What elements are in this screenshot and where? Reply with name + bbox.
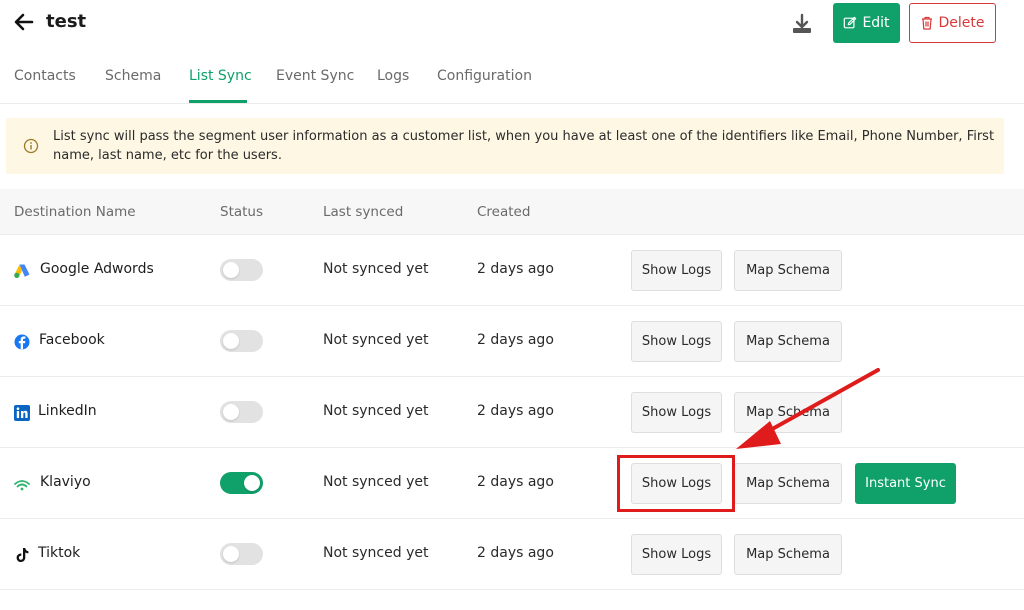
table-row: LinkedIn Not synced yet 2 days ago Show … xyxy=(0,377,1024,448)
created-date: 2 days ago xyxy=(477,545,554,561)
delete-button[interactable]: Delete xyxy=(909,3,996,43)
edit-label: Edit xyxy=(862,15,890,31)
table-header: Destination Name Status Last synced Crea… xyxy=(0,189,1024,235)
facebook-icon xyxy=(14,334,30,350)
show-logs-button[interactable]: Show Logs xyxy=(631,463,722,504)
page-title: test xyxy=(46,11,87,32)
tab-bar: Contacts Schema List Sync Event Sync Log… xyxy=(0,56,1024,104)
destination-name: Facebook xyxy=(39,332,105,348)
show-logs-button[interactable]: Show Logs xyxy=(631,250,722,291)
alert-message: List sync will pass the segment user inf… xyxy=(53,129,995,163)
edit-icon xyxy=(844,16,857,29)
table-row: Klaviyo Not synced yet 2 days ago Show L… xyxy=(0,448,1024,519)
map-schema-button[interactable]: Map Schema xyxy=(734,392,842,433)
show-logs-button[interactable]: Show Logs xyxy=(631,534,722,575)
back-arrow-icon[interactable] xyxy=(12,10,36,34)
edit-button[interactable]: Edit xyxy=(833,3,900,43)
column-destination-name: Destination Name xyxy=(14,204,136,220)
instant-sync-button[interactable]: Instant Sync xyxy=(855,463,956,504)
tab-schema[interactable]: Schema xyxy=(105,68,161,84)
created-date: 2 days ago xyxy=(477,261,554,277)
show-logs-button[interactable]: Show Logs xyxy=(631,321,722,362)
tab-list-sync[interactable]: List Sync xyxy=(189,68,252,84)
toggle-knob xyxy=(223,262,239,278)
trash-icon xyxy=(921,16,932,30)
created-date: 2 days ago xyxy=(477,474,554,490)
active-tab-indicator xyxy=(189,100,247,103)
column-created: Created xyxy=(477,204,531,220)
table-row: Google Adwords Not synced yet 2 days ago… xyxy=(0,235,1024,306)
destination-name: Klaviyo xyxy=(40,474,91,490)
destination-name: Tiktok xyxy=(38,545,81,561)
created-date: 2 days ago xyxy=(477,332,554,348)
status-toggle[interactable] xyxy=(220,401,263,423)
map-schema-button[interactable]: Map Schema xyxy=(734,534,842,575)
info-alert: List sync will pass the segment user inf… xyxy=(6,118,1004,174)
download-icon[interactable] xyxy=(790,12,814,36)
last-synced: Not synced yet xyxy=(323,403,429,419)
linkedin-icon xyxy=(14,405,30,421)
toggle-knob xyxy=(223,546,239,562)
map-schema-button[interactable]: Map Schema xyxy=(734,250,842,291)
show-logs-button[interactable]: Show Logs xyxy=(631,392,722,433)
last-synced: Not synced yet xyxy=(323,261,429,277)
toggle-knob xyxy=(223,404,239,420)
tab-event-sync[interactable]: Event Sync xyxy=(276,68,354,84)
tiktok-icon xyxy=(16,548,29,562)
delete-label: Delete xyxy=(938,15,985,31)
map-schema-button[interactable]: Map Schema xyxy=(734,321,842,362)
tab-logs[interactable]: Logs xyxy=(377,68,409,84)
google-ads-icon xyxy=(14,264,30,278)
toggle-knob xyxy=(223,333,239,349)
page-header: test Edit Delete xyxy=(0,0,1024,50)
destination-name: LinkedIn xyxy=(38,403,97,419)
tab-contacts[interactable]: Contacts xyxy=(14,68,76,84)
last-synced: Not synced yet xyxy=(323,474,429,490)
last-synced: Not synced yet xyxy=(323,332,429,348)
status-toggle[interactable] xyxy=(220,259,263,281)
toggle-knob xyxy=(244,475,260,491)
destination-name: Google Adwords xyxy=(40,261,154,277)
tab-configuration[interactable]: Configuration xyxy=(437,68,532,84)
status-toggle[interactable] xyxy=(220,472,263,494)
map-schema-button[interactable]: Map Schema xyxy=(734,463,842,504)
table-row: Tiktok Not synced yet 2 days ago Show Lo… xyxy=(0,519,1024,590)
created-date: 2 days ago xyxy=(477,403,554,419)
info-icon xyxy=(23,138,39,154)
status-toggle[interactable] xyxy=(220,330,263,352)
status-toggle[interactable] xyxy=(220,543,263,565)
column-last-synced: Last synced xyxy=(323,204,404,220)
table-row: Facebook Not synced yet 2 days ago Show … xyxy=(0,306,1024,377)
column-status: Status xyxy=(220,204,264,220)
klaviyo-icon xyxy=(14,480,30,491)
last-synced: Not synced yet xyxy=(323,545,429,561)
